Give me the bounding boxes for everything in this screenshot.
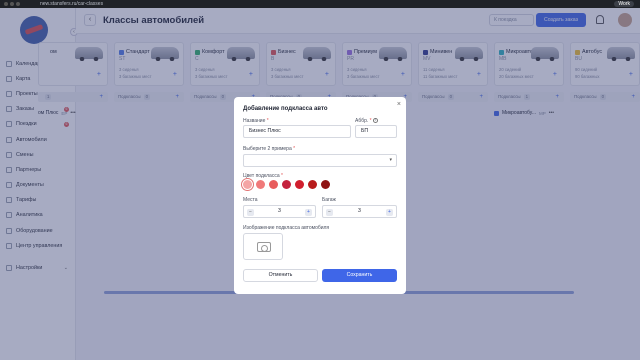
add-subclass-modal: Добавление подкласса авто × Название * Б… — [234, 97, 406, 294]
chevron-down-icon: ▾ — [389, 157, 392, 163]
info-icon[interactable]: i — [372, 118, 378, 124]
seats-label: Места — [243, 197, 258, 203]
color-swatch[interactable] — [321, 180, 330, 189]
decrement-bags-button[interactable]: − — [326, 209, 333, 216]
image-upload[interactable] — [243, 233, 283, 260]
address-bar[interactable]: new.stansfers.ru/car-classes — [40, 1, 103, 7]
name-label: Название * — [243, 118, 269, 124]
abbr-field[interactable]: БП — [355, 125, 397, 138]
seats-stepper[interactable]: 3 − + — [243, 205, 316, 218]
increment-seats-button[interactable]: + — [305, 209, 312, 216]
save-button[interactable]: Сохранить — [322, 269, 397, 282]
color-swatch[interactable] — [308, 180, 317, 189]
camera-icon — [257, 242, 271, 252]
decrement-seats-button[interactable]: − — [247, 209, 254, 216]
image-label: Изображение подкласса автомобиля — [243, 225, 330, 231]
abbr-label: Аббр. * i — [355, 118, 378, 124]
color-swatch[interactable] — [269, 180, 278, 189]
window-controls[interactable] — [4, 2, 20, 6]
browser-bar: new.stansfers.ru/car-classes Work — [0, 0, 640, 8]
color-swatch[interactable] — [256, 180, 265, 189]
examples-select[interactable]: ▾ — [243, 154, 397, 167]
modal-title: Добавление подкласса авто — [243, 106, 328, 112]
name-field[interactable]: Бизнес Плюс — [243, 125, 351, 138]
bags-label: Багаж — [322, 197, 336, 203]
color-swatch[interactable] — [282, 180, 291, 189]
examples-label: Выберите 2 примера * — [243, 146, 296, 152]
color-swatch[interactable] — [243, 180, 252, 189]
bags-stepper[interactable]: 3 − + — [322, 205, 397, 218]
profile-badge[interactable]: Work — [614, 1, 634, 7]
color-picker — [243, 180, 330, 189]
increment-bags-button[interactable]: + — [386, 209, 393, 216]
color-swatch[interactable] — [295, 180, 304, 189]
color-label: Цвет подкласса * — [243, 173, 283, 179]
close-icon[interactable]: × — [397, 101, 401, 108]
cancel-button[interactable]: Отменить — [243, 269, 318, 282]
